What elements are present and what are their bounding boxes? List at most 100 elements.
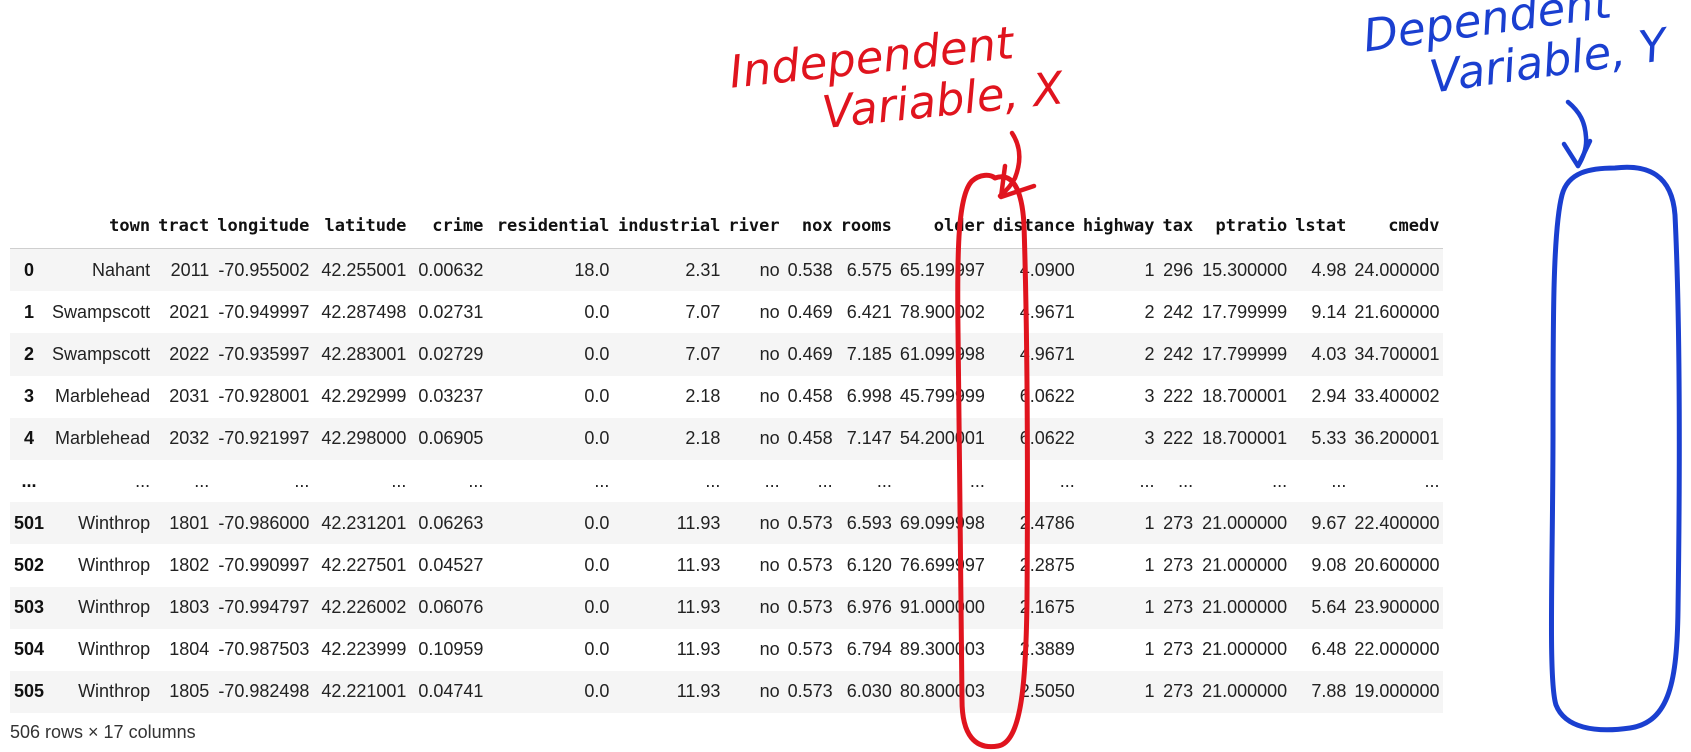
cell-latitude: 42.298000	[321, 428, 407, 449]
cell-crime: 0.03237	[418, 386, 484, 407]
cell-highway: 2	[1144, 301, 1155, 322]
cell-town: Marblehead	[55, 386, 151, 407]
cell-lstat: 7.88	[1311, 681, 1347, 702]
table-row: 504 Winthrop 1804 -70.987503 42.223999 0.1095…	[10, 629, 1443, 671]
cell-lstat: 9.08	[1311, 554, 1347, 575]
cell-ptratio: 17.799999	[1202, 343, 1288, 364]
cell-older: 54.200001	[899, 428, 985, 449]
cell-residential: ...	[594, 470, 610, 491]
cell-longitude: -70.986000	[218, 512, 310, 533]
cell-rooms: 7.185	[846, 343, 892, 364]
cell-longitude: -70.935997	[218, 343, 310, 364]
cell-residential: 0.0	[584, 681, 610, 702]
cell-nox: 0.458	[787, 386, 833, 407]
cell-cmedv: 33.400002	[1354, 386, 1440, 407]
cell-nox: 0.538	[787, 259, 833, 280]
cell-latitude: 42.223999	[321, 639, 407, 660]
cell-tax: 273	[1163, 554, 1194, 575]
cell-nox: 0.458	[787, 428, 833, 449]
cell-tract: 1801	[169, 512, 210, 533]
cell-tract: 2021	[169, 301, 210, 322]
table-row: 503 Winthrop 1803 -70.994797 42.226002 0.0607…	[10, 586, 1444, 629]
cell-distance: 2.2875	[1019, 554, 1075, 575]
cell-lstat: 4.98	[1311, 259, 1347, 280]
cell-residential: 0.0	[584, 512, 610, 533]
cell-rooms: 6.421	[846, 301, 892, 322]
table-row: 505 Winthrop 1805 -70.982498 42.221001 0.0474…	[10, 670, 1444, 714]
column-header-older: older	[895, 203, 989, 249]
cell-rooms: ...	[876, 470, 892, 491]
cell-nox: 0.469	[787, 343, 833, 364]
cell-older: 91.000000	[899, 597, 985, 618]
cell-crime: 0.06263	[418, 512, 484, 533]
dataframe-table: town tract longitude latitude crime residenti…	[10, 203, 1444, 714]
cell-distance: 6.0622	[1019, 386, 1075, 407]
cell-cmedv: 20.600000	[1354, 554, 1440, 575]
cell-highway: 1	[1144, 512, 1155, 533]
row-index: 501	[14, 512, 45, 533]
cell-tax: ...	[1178, 470, 1194, 491]
cell-tax: 222	[1163, 386, 1194, 407]
cell-rooms: 6.575	[846, 259, 892, 280]
cell-highway: 1	[1144, 259, 1155, 280]
cell-crime: 0.04527	[418, 554, 484, 575]
cell-lstat: 5.33	[1311, 428, 1347, 449]
cell-rooms: 6.998	[846, 386, 892, 407]
cell-industrial: 7.07	[685, 343, 721, 364]
cell-nox: 0.573	[787, 639, 833, 660]
cell-nox: 0.573	[787, 597, 833, 618]
cell-distance: 4.9671	[1019, 301, 1075, 322]
cell-residential: 0.0	[584, 343, 610, 364]
cell-residential: 0.0	[584, 386, 610, 407]
cell-nox: ...	[817, 470, 833, 491]
independent-variable-annotation: Independent Variable, X	[727, 13, 1066, 147]
cell-industrial: 11.93	[676, 512, 721, 533]
cell-town: Winthrop	[78, 554, 151, 575]
cell-tract: 2032	[169, 428, 210, 449]
cell-lstat: 5.64	[1311, 597, 1347, 618]
cell-cmedv: ...	[1424, 470, 1440, 491]
cell-industrial: 11.93	[676, 554, 721, 575]
cell-residential: 0.0	[584, 554, 610, 575]
independent-arrow-head	[998, 163, 1037, 200]
cell-river: no	[759, 259, 780, 280]
cell-longitude: -70.928001	[218, 386, 310, 407]
cell-tract: 2022	[169, 343, 210, 364]
cell-distance: 4.0900	[1019, 259, 1075, 280]
cell-town: Swampscott	[52, 301, 151, 322]
cell-highway: 1	[1144, 681, 1155, 702]
cell-river: no	[759, 512, 780, 533]
cell-latitude: 42.226002	[321, 597, 407, 618]
cell-older: 76.699997	[899, 554, 985, 575]
cell-cmedv: 21.600000	[1354, 301, 1440, 322]
cell-tax: 273	[1163, 639, 1194, 660]
cell-older: 61.099998	[899, 343, 985, 364]
cell-highway: 3	[1144, 386, 1155, 407]
cell-town: Winthrop	[78, 597, 151, 618]
table-row: 502 Winthrop 1802 -70.990997 42.227501 0.0452…	[10, 544, 1443, 586]
cell-industrial: 2.18	[685, 428, 721, 449]
cell-tract: 1803	[169, 597, 210, 618]
cell-nox: 0.573	[787, 512, 833, 533]
table-row: ........................................…	[10, 460, 1443, 502]
cell-town: Winthrop	[78, 512, 151, 533]
cell-crime: 0.06076	[418, 597, 484, 618]
cell-tax: 273	[1163, 681, 1194, 702]
cell-highway: 1	[1144, 554, 1155, 575]
cell-residential: 18.0	[574, 259, 610, 280]
cell-tract: 2011	[170, 259, 210, 280]
cell-nox: 0.469	[787, 301, 833, 322]
cell-tax: 242	[1163, 343, 1194, 364]
column-header-rooms: rooms	[836, 203, 896, 249]
cell-rooms: 6.593	[846, 512, 892, 533]
cell-crime: 0.02731	[418, 301, 484, 322]
cell-longitude: -70.987503	[218, 639, 310, 660]
cell-residential: 0.0	[584, 639, 610, 660]
cell-distance: 4.9671	[1019, 343, 1075, 364]
cell-cmedv: 22.400000	[1354, 512, 1440, 533]
cell-distance: 6.0622	[1019, 428, 1075, 449]
cell-latitude: 42.221001	[321, 681, 407, 702]
cell-residential: 0.0	[584, 597, 610, 618]
cell-crime: 0.00632	[418, 259, 484, 280]
cell-highway: ...	[1139, 470, 1155, 491]
